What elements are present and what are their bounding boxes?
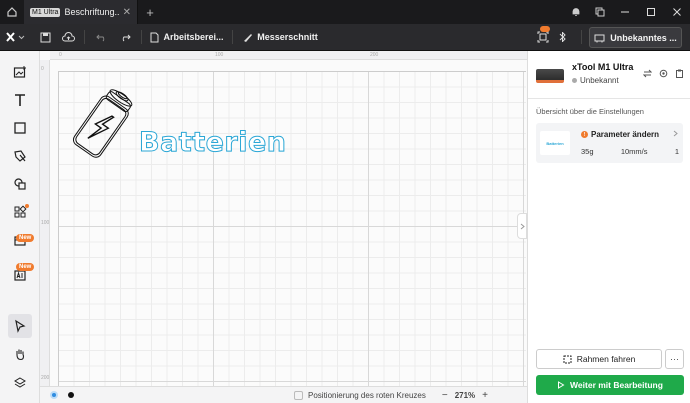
select-device-button[interactable]: Unbekanntes ... bbox=[589, 27, 682, 48]
process-mode-button[interactable]: Messerschnitt bbox=[237, 24, 323, 51]
cloud-upload-icon[interactable] bbox=[56, 24, 80, 51]
continue-processing-button[interactable]: Weiter mit Bearbeitung bbox=[536, 375, 684, 395]
minimize-icon[interactable] bbox=[612, 0, 638, 24]
ruler-tick: 100 bbox=[41, 220, 50, 226]
workspace-label: Arbeitsberei... bbox=[163, 32, 224, 42]
settings-panel: xTool M1 Ultra Unbekannt Übersicht über … bbox=[527, 51, 690, 403]
parameter-values: 35g 10mm/s 1 bbox=[581, 147, 679, 156]
parameter-title: ! Parameter ändern bbox=[581, 130, 659, 139]
red-cross-positioning-label: Positionierung des roten Kreuzes bbox=[308, 390, 426, 400]
play-icon bbox=[558, 381, 565, 389]
shapes-tool-icon[interactable] bbox=[8, 172, 32, 196]
pressure-value: 35g bbox=[581, 147, 594, 156]
undo-icon[interactable] bbox=[89, 24, 113, 51]
workspace-button[interactable]: Arbeitsberei... bbox=[146, 24, 228, 51]
text-tool-icon[interactable] bbox=[8, 88, 32, 112]
parameter-card[interactable]: Batterien ! Parameter ändern 35g 10mm/s … bbox=[536, 123, 683, 163]
select-device-label: Unbekanntes ... bbox=[610, 32, 677, 43]
panel-divider bbox=[528, 98, 690, 99]
design-canvas[interactable]: 0 100 200 0 100 200 Batterien bbox=[40, 51, 527, 386]
design-text[interactable]: Batterien bbox=[139, 127, 287, 159]
zoom-in-button[interactable]: + bbox=[482, 390, 488, 401]
zoom-out-button[interactable]: − bbox=[442, 390, 448, 401]
chevron-right-icon[interactable] bbox=[673, 130, 678, 137]
title-bar: M1 Ultra Beschriftung... ✕ + bbox=[0, 0, 690, 24]
frame-icon bbox=[563, 355, 572, 363]
device-status-label: Unbekannt bbox=[580, 76, 619, 85]
settings-overview-label: Übersicht über die Einstellungen bbox=[536, 107, 644, 116]
main-toolbar: Arbeitsberei... Messerschnitt Unbekannte… bbox=[0, 24, 690, 51]
canvas-statusbar: Positionierung des roten Kreuzes − 271% … bbox=[40, 386, 527, 403]
select-tool-icon[interactable] bbox=[8, 314, 32, 338]
clipboard-icon[interactable] bbox=[675, 69, 684, 78]
continue-processing-label: Weiter mit Bearbeitung bbox=[570, 380, 663, 390]
ruler-vertical: 0 100 200 bbox=[40, 60, 50, 386]
new-badge bbox=[540, 26, 550, 32]
tab-document[interactable]: M1 Ultra Beschriftung... ✕ bbox=[24, 0, 138, 24]
tab-title: Beschriftung... bbox=[64, 7, 119, 17]
toolbar-divider bbox=[141, 30, 142, 44]
run-frame-label: Rahmen fahren bbox=[576, 354, 636, 364]
warning-icon: ! bbox=[581, 131, 588, 138]
layer-thumbnail: Batterien bbox=[540, 131, 570, 155]
chevron-right-icon bbox=[520, 223, 525, 229]
switch-device-icon[interactable] bbox=[643, 69, 652, 78]
save-icon[interactable] bbox=[34, 24, 56, 51]
redo-icon[interactable] bbox=[113, 24, 137, 51]
new-badge: New bbox=[16, 234, 35, 242]
panel-collapse-handle[interactable] bbox=[517, 213, 527, 239]
toolbar-divider bbox=[232, 30, 233, 44]
device-thumbnail bbox=[536, 69, 564, 83]
tool-sidebar: New New bbox=[0, 51, 40, 403]
windows-icon[interactable] bbox=[588, 0, 612, 24]
image-tool-icon[interactable] bbox=[8, 60, 32, 84]
ruler-tick: 200 bbox=[370, 52, 379, 58]
speed-value: 10mm/s bbox=[620, 147, 648, 156]
parameter-title-label: Parameter ändern bbox=[591, 130, 660, 139]
settings-gear-icon[interactable] bbox=[659, 69, 668, 78]
notification-dot bbox=[25, 204, 29, 208]
tab-device-badge: M1 Ultra bbox=[30, 7, 61, 17]
rectangle-tool-icon[interactable] bbox=[8, 116, 32, 140]
blue-color-swatch[interactable] bbox=[50, 391, 58, 399]
add-tab-button[interactable]: + bbox=[138, 5, 162, 20]
run-frame-button[interactable]: Rahmen fahren bbox=[536, 349, 662, 369]
ruler-tick: 0 bbox=[59, 52, 62, 58]
ruler-tick: 0 bbox=[41, 66, 44, 72]
device-name: xTool M1 Ultra bbox=[572, 62, 634, 72]
device-actions bbox=[643, 69, 684, 78]
passes-value: 1 bbox=[674, 147, 679, 156]
close-window-icon[interactable] bbox=[664, 0, 690, 24]
ruler-tick: 100 bbox=[215, 52, 224, 58]
hand-tool-icon[interactable] bbox=[8, 342, 32, 366]
status-dot bbox=[572, 78, 577, 83]
toolbar-divider bbox=[581, 30, 582, 44]
maximize-icon[interactable] bbox=[638, 0, 664, 24]
layers-icon[interactable] bbox=[8, 371, 32, 395]
device-status: Unbekannt bbox=[572, 76, 619, 85]
bell-icon[interactable] bbox=[564, 0, 588, 24]
document-icon bbox=[150, 32, 159, 42]
battery-graphic[interactable] bbox=[67, 84, 137, 166]
device-icon bbox=[594, 34, 605, 42]
process-mode-label: Messerschnitt bbox=[257, 32, 318, 42]
pen-tool-icon[interactable] bbox=[8, 144, 32, 168]
ruler-horizontal: 0 100 200 bbox=[50, 51, 527, 60]
xtool-logo-menu[interactable] bbox=[0, 24, 34, 51]
link-icon[interactable] bbox=[554, 24, 570, 51]
new-badge: New bbox=[16, 263, 35, 271]
close-tab-icon[interactable]: ✕ bbox=[123, 7, 131, 18]
ruler-tick: 200 bbox=[41, 375, 50, 381]
black-color-swatch[interactable] bbox=[68, 392, 74, 398]
knife-icon bbox=[244, 33, 253, 42]
zoom-level[interactable]: 271% bbox=[455, 391, 475, 400]
home-icon[interactable] bbox=[0, 0, 24, 24]
toolbar-divider bbox=[84, 30, 85, 44]
more-options-button[interactable]: ··· bbox=[665, 349, 684, 369]
red-cross-positioning-checkbox[interactable] bbox=[294, 390, 303, 400]
